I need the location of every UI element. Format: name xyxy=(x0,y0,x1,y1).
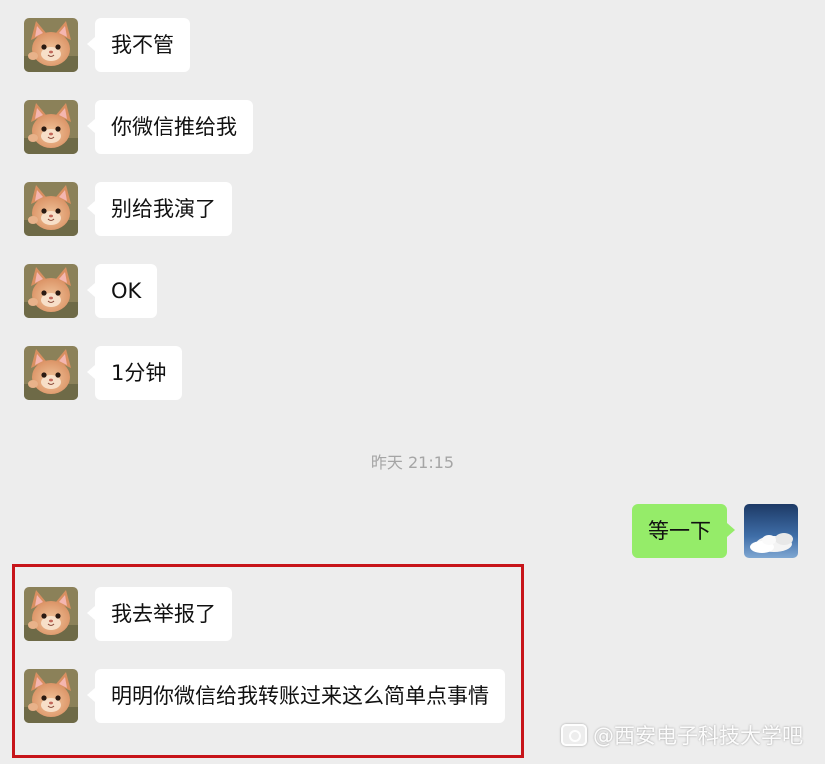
message-bubble[interactable]: 你微信推给我 xyxy=(87,100,253,154)
message-row: 1分钟 xyxy=(0,346,825,400)
camera-icon xyxy=(561,724,587,746)
message-bubble[interactable]: 1分钟 xyxy=(86,346,183,400)
contact-avatar-icon[interactable] xyxy=(24,346,78,400)
message-bubble[interactable]: OK xyxy=(86,264,158,318)
contact-avatar-icon[interactable] xyxy=(24,100,78,154)
contact-avatar-icon[interactable] xyxy=(24,18,78,72)
message-row-outgoing: 等一下 xyxy=(0,504,825,558)
message-bubble[interactable]: 我不管 xyxy=(87,18,190,72)
message-row: 你微信推给我 xyxy=(0,100,825,154)
contact-avatar-icon[interactable] xyxy=(24,264,78,318)
message-row: 我不管 xyxy=(0,18,825,72)
watermark: @西安电子科技大学吧 xyxy=(561,720,803,750)
chat-timestamp: 昨天 21:15 xyxy=(370,453,455,472)
contact-avatar-icon[interactable] xyxy=(24,182,78,236)
chat-window: 我不管 你微信推给我 别给我演了 OK 1分钟 昨天 21:15 等一下 我去举… xyxy=(0,0,825,764)
message-row: 别给我演了 xyxy=(0,182,825,236)
message-row: OK xyxy=(0,264,825,318)
self-avatar-icon[interactable] xyxy=(744,504,798,558)
watermark-text: @西安电子科技大学吧 xyxy=(593,724,803,748)
message-bubble-outgoing[interactable]: 等一下 xyxy=(632,504,735,558)
highlight-box xyxy=(12,564,524,758)
message-bubble[interactable]: 别给我演了 xyxy=(87,182,232,236)
